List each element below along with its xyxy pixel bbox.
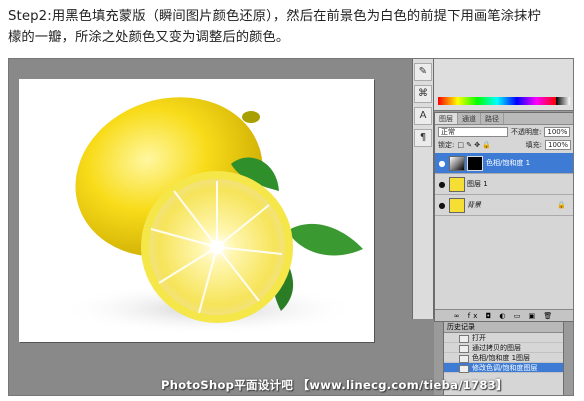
layer-hue-saturation[interactable]: ● 色相/饱和度 1 bbox=[435, 153, 573, 174]
history-tab[interactable]: 历史记录 bbox=[444, 322, 563, 333]
history-item[interactable]: 色相/饱和度 1图层 bbox=[444, 353, 563, 363]
layer-background[interactable]: ● 背景 🔒 bbox=[435, 195, 573, 216]
brush-panel-icon[interactable]: ✎ bbox=[414, 63, 432, 81]
lock-icon: 🔒 bbox=[557, 201, 566, 209]
right-panels: 图层 通道 路径 正常 不透明度: 100% 锁定: □ ✎ ✥ 🔒 填充: 1… bbox=[434, 59, 573, 395]
fill-input[interactable]: 100% bbox=[544, 139, 571, 150]
caption-line-2: 檬的一瓣，所涂之处颜色又变为调整后的颜色。 bbox=[8, 30, 290, 45]
fill-label: 填充: bbox=[525, 140, 542, 149]
caption-line-1: Step2:用黑色填充蒙版（瞬间图片颜色还原），然后在前景色为白色的前提下用画笔… bbox=[8, 9, 541, 24]
opacity-input[interactable]: 100% bbox=[544, 126, 571, 137]
leaf-right bbox=[287, 223, 363, 256]
tab-channels[interactable]: 通道 bbox=[458, 113, 481, 124]
layers-footer-buttons[interactable]: ∞ fx ◘ ◐ ▭ ▣ 🗑 bbox=[435, 309, 573, 321]
layer-thumbnail bbox=[449, 176, 465, 192]
tab-paths[interactable]: 路径 bbox=[481, 113, 504, 124]
layers-panel-tabs: 图层 通道 路径 bbox=[435, 113, 573, 125]
layers-panel: 图层 通道 路径 正常 不透明度: 100% 锁定: □ ✎ ✥ 🔒 填充: 1… bbox=[434, 112, 573, 322]
color-panel bbox=[434, 59, 573, 111]
lemon-tip bbox=[242, 111, 260, 123]
color-spectrum[interactable] bbox=[438, 97, 556, 105]
eye-icon[interactable]: ● bbox=[435, 180, 449, 189]
panel-dock-strip: ✎ ⌘ A ¶ bbox=[412, 59, 434, 319]
blend-row: 正常 不透明度: 100% bbox=[435, 125, 573, 138]
lock-row: 锁定: □ ✎ ✥ 🔒 填充: 100% bbox=[435, 138, 573, 151]
grayscale-ramp[interactable] bbox=[556, 97, 570, 105]
opacity-label: 不透明度: bbox=[511, 127, 542, 136]
layer-thumbnail bbox=[449, 197, 465, 213]
lemon-photo bbox=[59, 97, 363, 335]
lock-icons[interactable]: □ ✎ ✥ 🔒 bbox=[457, 141, 522, 149]
layer-name: 色相/饱和度 1 bbox=[486, 159, 531, 167]
watermark: PhotoShop平面设计吧 【www.linecg.com/tieba/178… bbox=[161, 378, 508, 392]
blend-mode-select[interactable]: 正常 bbox=[438, 126, 508, 137]
history-item-active[interactable]: 修改色调/饱和度图层 bbox=[444, 363, 563, 373]
layer-1[interactable]: ● 图层 1 bbox=[435, 174, 573, 195]
tab-layers[interactable]: 图层 bbox=[435, 113, 458, 124]
eye-icon[interactable]: ● bbox=[435, 201, 449, 210]
history-item[interactable]: 通过拷贝的图层 bbox=[444, 343, 563, 353]
photoshop-screenshot: ✎ ⌘ A ¶ 图层 通道 路径 正常 不透明度: 100% 锁定: □ ✎ ✥… bbox=[8, 58, 574, 396]
mask-thumbnail[interactable] bbox=[467, 155, 483, 171]
history-item[interactable]: 打开 bbox=[444, 333, 563, 343]
paragraph-panel-icon[interactable]: ¶ bbox=[414, 129, 432, 147]
step-caption: Step2:用黑色填充蒙版（瞬间图片颜色还原），然后在前景色为白色的前提下用画笔… bbox=[8, 6, 574, 48]
adjustment-thumbnail bbox=[449, 155, 465, 171]
lock-label: 锁定: bbox=[438, 140, 455, 149]
clone-source-icon[interactable]: ⌘ bbox=[414, 85, 432, 103]
slice-core bbox=[210, 240, 224, 254]
document-canvas[interactable] bbox=[19, 79, 374, 342]
layer-name: 背景 bbox=[467, 201, 481, 209]
character-panel-icon[interactable]: A bbox=[414, 107, 432, 125]
eye-icon[interactable]: ● bbox=[435, 159, 449, 168]
layer-name: 图层 1 bbox=[467, 180, 488, 188]
